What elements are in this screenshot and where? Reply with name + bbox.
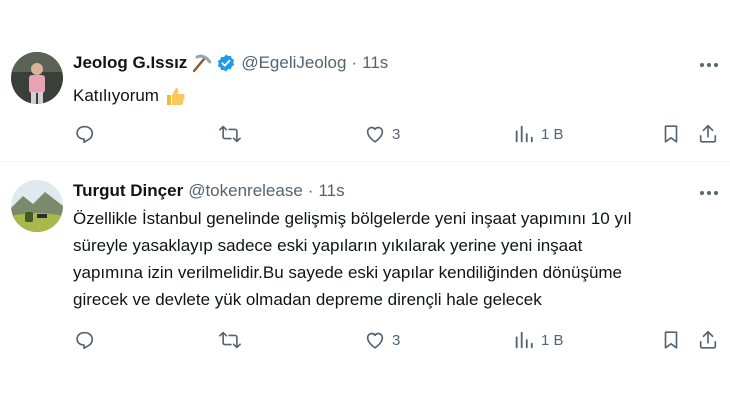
retweet-icon [219,331,241,349]
bookmark-button[interactable] [660,122,682,146]
handle[interactable]: @EgeliJeolog [241,53,346,73]
heart-icon [366,126,384,143]
timestamp[interactable]: 11s [362,53,388,73]
share-icon [699,124,717,143]
tweet-actions: 3 1 B [0,328,730,352]
reply-icon [76,331,94,350]
avatar[interactable] [11,180,63,232]
retweet-button[interactable] [219,122,241,146]
display-name[interactable]: Turgut Dinçer [73,181,183,201]
tweet-text-line: girecek ve devlete yük olmadan depreme d… [73,290,542,309]
tweet-2[interactable]: Turgut Dinçer @tokenrelease · 11s Özelli… [0,162,730,362]
tweet-text: Özellikle İstanbul genelinde gelişmiş bö… [73,205,713,313]
bookmark-icon [664,331,678,349]
retweet-icon [219,125,241,143]
pickaxe-icon [189,53,212,73]
separator-dot: · [307,181,314,200]
tweet-text: Katılıyorum [73,82,713,109]
tweet-text-line: Özellikle İstanbul genelinde gelişmiş bö… [73,209,632,228]
bookmark-button[interactable] [660,328,682,352]
retweet-button[interactable] [219,328,241,352]
tweet-text-line: yapımına izin verilmelidir.Bu sayede esk… [73,263,623,282]
verified-badge-icon[interactable] [216,53,236,73]
bookmark-icon [664,125,678,143]
like-count: 3 [392,125,401,143]
timestamp[interactable]: 11s [318,181,344,201]
analytics-icon [515,331,533,349]
view-count: 1 B [541,331,564,349]
reply-button[interactable] [73,328,95,352]
thumbs-up-icon [164,85,186,107]
like-count: 3 [392,331,401,349]
views-button[interactable]: 1 B [513,328,564,352]
view-count: 1 B [541,125,564,143]
reply-icon [76,125,94,144]
share-icon [699,330,717,349]
handle[interactable]: @tokenrelease [188,181,303,201]
tweet-text-line: süreyle yasaklayıp sadece eski yapıların… [73,236,583,255]
heart-icon [366,332,384,349]
tweet-1[interactable]: Jeolog G.Issız @EgeliJeolog · 11s Katılı… [0,38,730,160]
avatar[interactable] [11,52,63,104]
more-options-icon[interactable] [698,182,720,204]
analytics-icon [515,125,533,143]
more-options-icon[interactable] [698,54,720,76]
tweet-header: Jeolog G.Issız @EgeliJeolog · 11s [73,53,388,73]
share-button[interactable] [697,122,719,146]
display-name[interactable]: Jeolog G.Issız [73,53,187,73]
tweet-header: Turgut Dinçer @tokenrelease · 11s [73,181,345,201]
like-button[interactable]: 3 [364,122,400,146]
share-button[interactable] [697,328,719,352]
views-button[interactable]: 1 B [513,122,564,146]
tweet-actions: 3 1 B [0,122,730,146]
reply-button[interactable] [73,122,95,146]
like-button[interactable]: 3 [364,328,400,352]
separator-dot: · [351,53,358,72]
tweet-text-content: Katılıyorum [73,86,159,105]
